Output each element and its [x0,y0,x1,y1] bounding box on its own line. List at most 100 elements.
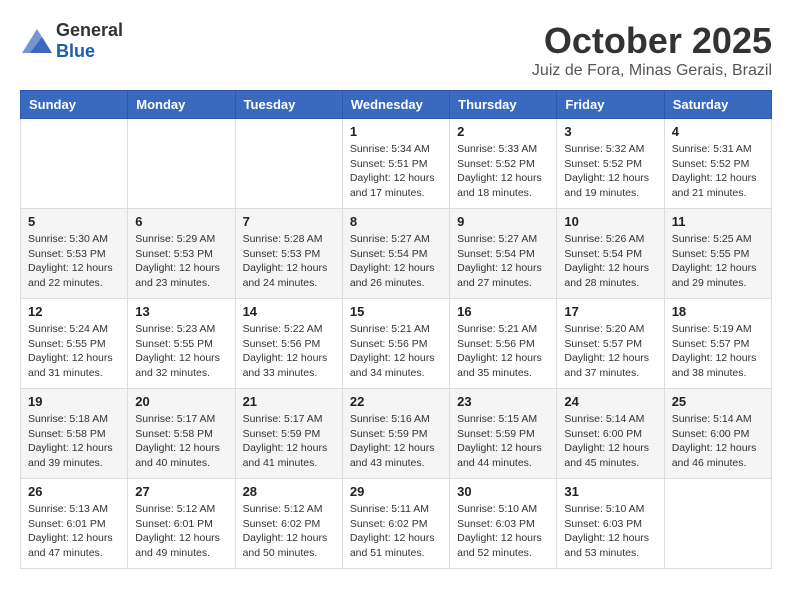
day-info: Sunrise: 5:10 AMSunset: 6:03 PMDaylight:… [457,502,549,561]
calendar-cell: 29 Sunrise: 5:11 AMSunset: 6:02 PMDayligh… [342,479,449,569]
day-info: Sunrise: 5:22 AMSunset: 5:56 PMDaylight:… [243,322,335,381]
day-of-week-header: Monday [128,91,235,119]
day-number: 28 [243,484,335,499]
day-number: 12 [28,304,120,319]
day-number: 18 [672,304,764,319]
day-number: 4 [672,124,764,139]
day-info: Sunrise: 5:19 AMSunset: 5:57 PMDaylight:… [672,322,764,381]
calendar-cell [21,119,128,209]
calendar-week-row: 12 Sunrise: 5:24 AMSunset: 5:55 PMDayligh… [21,299,772,389]
day-number: 1 [350,124,442,139]
calendar-cell: 3 Sunrise: 5:32 AMSunset: 5:52 PMDaylight… [557,119,664,209]
day-info: Sunrise: 5:27 AMSunset: 5:54 PMDaylight:… [457,232,549,291]
logo-text-general: General [56,20,123,40]
day-number: 10 [564,214,656,229]
calendar-cell: 17 Sunrise: 5:20 AMSunset: 5:57 PMDayligh… [557,299,664,389]
calendar-week-row: 19 Sunrise: 5:18 AMSunset: 5:58 PMDayligh… [21,389,772,479]
day-number: 27 [135,484,227,499]
day-info: Sunrise: 5:12 AMSunset: 6:02 PMDaylight:… [243,502,335,561]
day-info: Sunrise: 5:14 AMSunset: 6:00 PMDaylight:… [672,412,764,471]
day-number: 23 [457,394,549,409]
day-number: 17 [564,304,656,319]
day-number: 31 [564,484,656,499]
day-number: 14 [243,304,335,319]
day-info: Sunrise: 5:18 AMSunset: 5:58 PMDaylight:… [28,412,120,471]
day-info: Sunrise: 5:20 AMSunset: 5:57 PMDaylight:… [564,322,656,381]
calendar-cell: 21 Sunrise: 5:17 AMSunset: 5:59 PMDayligh… [235,389,342,479]
calendar-week-row: 5Sunrise: 5:30 AMSunset: 5:53 PMDaylight… [21,209,772,299]
location-title: Juiz de Fora, Minas Gerais, Brazil [532,62,772,80]
calendar-cell: 30Sunrise: 5:10 AMSunset: 6:03 PMDayligh… [450,479,557,569]
calendar-cell: 2Sunrise: 5:33 AMSunset: 5:52 PMDaylight… [450,119,557,209]
day-number: 24 [564,394,656,409]
day-number: 25 [672,394,764,409]
logo: General Blue [20,20,123,62]
calendar-cell: 12 Sunrise: 5:24 AMSunset: 5:55 PMDayligh… [21,299,128,389]
day-info: Sunrise: 5:10 AMSunset: 6:03 PMDaylight:… [564,502,656,561]
calendar-cell: 6 Sunrise: 5:29 AMSunset: 5:53 PMDaylight… [128,209,235,299]
day-info: Sunrise: 5:13 AMSunset: 6:01 PMDaylight:… [28,502,120,561]
month-title: October 2025 [532,20,772,62]
day-number: 3 [564,124,656,139]
day-number: 19 [28,394,120,409]
day-info: Sunrise: 5:15 AMSunset: 5:59 PMDaylight:… [457,412,549,471]
day-of-week-header: Wednesday [342,91,449,119]
calendar-cell: 20 Sunrise: 5:17 AMSunset: 5:58 PMDayligh… [128,389,235,479]
calendar-cell: 24Sunrise: 5:14 AMSunset: 6:00 PMDayligh… [557,389,664,479]
calendar-cell: 22 Sunrise: 5:16 AMSunset: 5:59 PMDayligh… [342,389,449,479]
day-info: Sunrise: 5:31 AMSunset: 5:52 PMDaylight:… [672,142,764,201]
calendar-cell: 8 Sunrise: 5:27 AMSunset: 5:54 PMDaylight… [342,209,449,299]
day-number: 13 [135,304,227,319]
day-number: 5 [28,214,120,229]
calendar-cell: 23 Sunrise: 5:15 AMSunset: 5:59 PMDayligh… [450,389,557,479]
page-header: General Blue October 2025 Juiz de Fora, … [20,20,772,80]
calendar-cell [664,479,771,569]
day-of-week-header: Saturday [664,91,771,119]
calendar-cell: 4 Sunrise: 5:31 AMSunset: 5:52 PMDaylight… [664,119,771,209]
day-info: Sunrise: 5:25 AMSunset: 5:55 PMDaylight:… [672,232,764,291]
calendar-cell: 15 Sunrise: 5:21 AMSunset: 5:56 PMDayligh… [342,299,449,389]
day-number: 2 [457,124,549,139]
day-number: 15 [350,304,442,319]
day-number: 26 [28,484,120,499]
day-info: Sunrise: 5:24 AMSunset: 5:55 PMDaylight:… [28,322,120,381]
calendar-week-row: 26 Sunrise: 5:13 AMSunset: 6:01 PMDayligh… [21,479,772,569]
calendar-body: 1 Sunrise: 5:34 AMSunset: 5:51 PMDaylight… [21,119,772,569]
day-number: 20 [135,394,227,409]
calendar-cell: 27Sunrise: 5:12 AMSunset: 6:01 PMDayligh… [128,479,235,569]
calendar-table: SundayMondayTuesdayWednesdayThursdayFrid… [20,90,772,569]
day-number: 16 [457,304,549,319]
day-info: Sunrise: 5:17 AMSunset: 5:58 PMDaylight:… [135,412,227,471]
day-info: Sunrise: 5:26 AMSunset: 5:54 PMDaylight:… [564,232,656,291]
day-of-week-header: Sunday [21,91,128,119]
day-number: 11 [672,214,764,229]
calendar-cell: 28 Sunrise: 5:12 AMSunset: 6:02 PMDayligh… [235,479,342,569]
day-number: 7 [243,214,335,229]
day-of-week-header: Friday [557,91,664,119]
title-section: October 2025 Juiz de Fora, Minas Gerais,… [532,20,772,80]
day-number: 6 [135,214,227,229]
calendar-cell: 18 Sunrise: 5:19 AMSunset: 5:57 PMDayligh… [664,299,771,389]
day-info: Sunrise: 5:17 AMSunset: 5:59 PMDaylight:… [243,412,335,471]
day-info: Sunrise: 5:16 AMSunset: 5:59 PMDaylight:… [350,412,442,471]
day-info: Sunrise: 5:27 AMSunset: 5:54 PMDaylight:… [350,232,442,291]
day-number: 8 [350,214,442,229]
day-number: 22 [350,394,442,409]
calendar-cell: 5Sunrise: 5:30 AMSunset: 5:53 PMDaylight… [21,209,128,299]
calendar-cell: 16Sunrise: 5:21 AMSunset: 5:56 PMDayligh… [450,299,557,389]
calendar-cell: 11 Sunrise: 5:25 AMSunset: 5:55 PMDayligh… [664,209,771,299]
calendar-week-row: 1 Sunrise: 5:34 AMSunset: 5:51 PMDaylight… [21,119,772,209]
day-info: Sunrise: 5:29 AMSunset: 5:53 PMDaylight:… [135,232,227,291]
day-info: Sunrise: 5:11 AMSunset: 6:02 PMDaylight:… [350,502,442,561]
day-number: 21 [243,394,335,409]
day-info: Sunrise: 5:23 AMSunset: 5:55 PMDaylight:… [135,322,227,381]
day-info: Sunrise: 5:32 AMSunset: 5:52 PMDaylight:… [564,142,656,201]
calendar-cell: 7Sunrise: 5:28 AMSunset: 5:53 PMDaylight… [235,209,342,299]
calendar-cell: 25 Sunrise: 5:14 AMSunset: 6:00 PMDayligh… [664,389,771,479]
calendar-cell [235,119,342,209]
day-info: Sunrise: 5:21 AMSunset: 5:56 PMDaylight:… [350,322,442,381]
day-number: 29 [350,484,442,499]
day-info: Sunrise: 5:34 AMSunset: 5:51 PMDaylight:… [350,142,442,201]
calendar-cell: 31 Sunrise: 5:10 AMSunset: 6:03 PMDayligh… [557,479,664,569]
calendar-cell: 1 Sunrise: 5:34 AMSunset: 5:51 PMDaylight… [342,119,449,209]
